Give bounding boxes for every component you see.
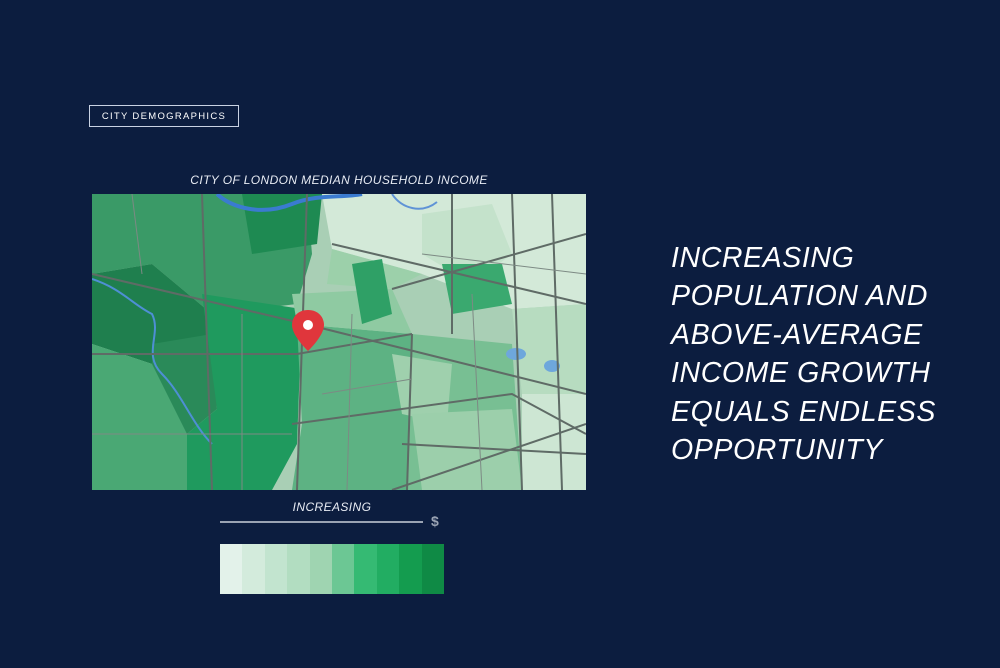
map-title: CITY OF LONDON MEDIAN HOUSEHOLD INCOME	[190, 173, 488, 187]
headline-line: INCREASING	[671, 242, 855, 274]
legend-swatch	[354, 544, 377, 594]
map-canvas	[92, 194, 586, 490]
headline: INCREASING POPULATION AND ABOVE-AVERAGE …	[671, 239, 981, 469]
legend-swatch	[421, 544, 445, 594]
legend-currency-symbol: $	[431, 513, 439, 529]
legend-swatches	[220, 544, 445, 594]
legend-swatch	[220, 544, 243, 594]
section-tag: CITY DEMOGRAPHICS	[89, 105, 239, 127]
legend-arrow-line	[220, 521, 423, 523]
legend-label: INCREASING	[292, 500, 372, 514]
headline-line: ABOVE-AVERAGE	[671, 318, 923, 351]
legend-swatch	[399, 544, 422, 594]
legend-swatch	[287, 544, 310, 594]
headline-line: POPULATION AND	[671, 280, 929, 313]
legend-swatch	[332, 544, 355, 594]
legend-swatch	[242, 544, 265, 594]
legend-swatch	[264, 544, 288, 594]
legend-swatch	[309, 544, 333, 594]
headline-line: EQUALS ENDLESS	[671, 395, 936, 428]
legend-swatch	[376, 544, 400, 594]
headline-line: INCOME GROWTH	[671, 357, 931, 390]
income-map[interactable]	[92, 194, 586, 490]
headline-line: OPPORTUNITY	[671, 434, 883, 467]
